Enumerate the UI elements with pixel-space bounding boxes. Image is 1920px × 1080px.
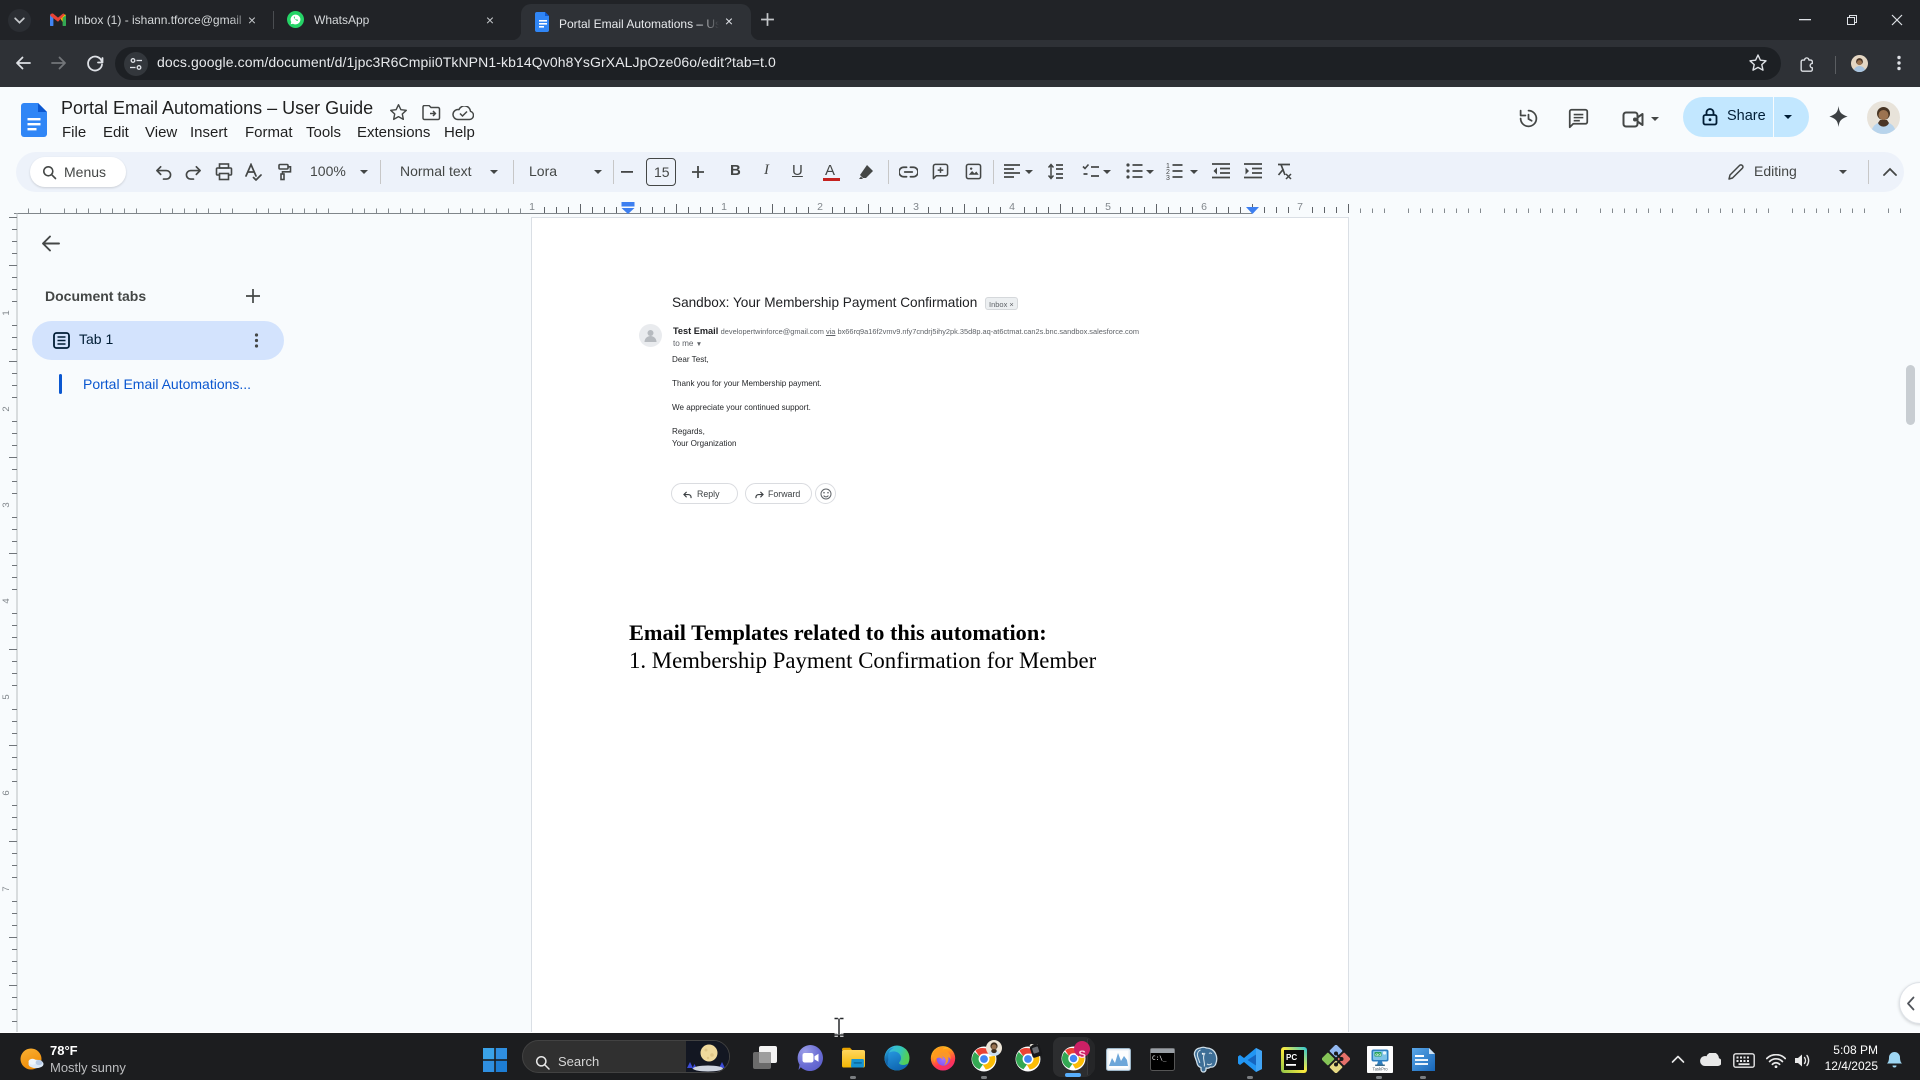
svg-text:3: 3 <box>913 201 919 213</box>
svg-text:C:\_: C:\_ <box>1152 1055 1167 1062</box>
svg-text:TaskPro: TaskPro <box>1373 1067 1389 1072</box>
svg-text:6: 6 <box>1 790 12 795</box>
svg-text:3: 3 <box>1 502 12 507</box>
svg-text:5: 5 <box>1 694 12 699</box>
svg-text:2: 2 <box>817 201 823 213</box>
svg-text:7: 7 <box>1 886 12 891</box>
svg-text:5: 5 <box>1105 201 1111 213</box>
svg-text:1: 1 <box>1 310 12 315</box>
svg-text:4: 4 <box>1009 201 1015 213</box>
svg-text:4: 4 <box>1 598 12 603</box>
svg-text:6: 6 <box>1201 201 1207 213</box>
svg-text:GO: GO <box>1375 1053 1381 1057</box>
svg-text:7: 7 <box>1297 201 1303 213</box>
svg-text:1: 1 <box>721 201 727 213</box>
svg-text:3: 3 <box>1166 175 1170 180</box>
svg-text:2: 2 <box>1 406 12 411</box>
svg-text:1: 1 <box>529 201 535 213</box>
svg-text:PC: PC <box>1286 1053 1297 1062</box>
